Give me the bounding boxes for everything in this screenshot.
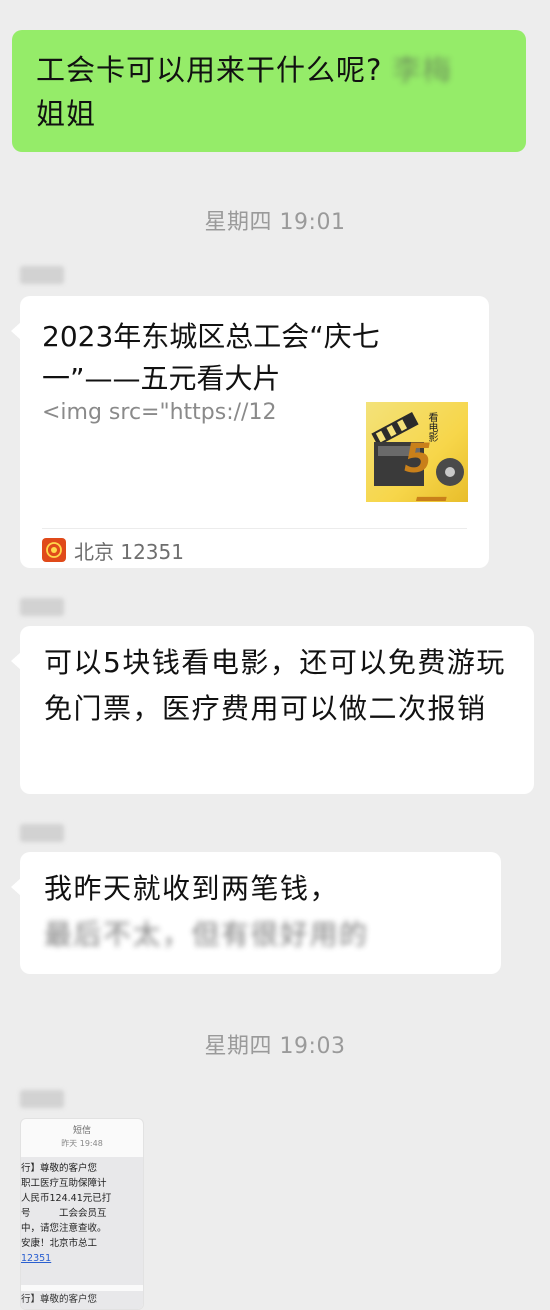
card-thumb-price: 5元 — [404, 436, 444, 502]
card-source[interactable]: 北京 12351 — [42, 536, 184, 564]
sent-message-bubble[interactable]: 工会卡可以用来干什么呢? 李梅 姐姐 — [12, 30, 526, 152]
card-source-name: 北京 12351 — [74, 539, 184, 564]
sender-name-blurred — [20, 1090, 64, 1108]
received-message-bubble[interactable]: 可以5块钱看电影，还可以免费游玩免门票，医疗费用可以做二次报销 — [11, 626, 534, 794]
sms-line: 职工医疗互助保障计 — [21, 1178, 107, 1189]
sms-header-time: 昨天 19:48 — [61, 1139, 103, 1148]
sms-line: 安康！北京市总工 — [21, 1238, 98, 1249]
sender-name-blurred — [20, 266, 64, 284]
received-message-text: 可以5块钱看电影，还可以免费游玩免门票，医疗费用可以做二次报销 — [44, 646, 506, 725]
received-message-text: 我昨天就收到两笔钱， — [44, 872, 340, 905]
sent-message-line2: 姐姐 — [36, 97, 97, 131]
card-title: 2023年东城区总工会“庆七一”——五元看大片 — [42, 320, 380, 395]
blurred-name: 李梅 — [392, 53, 453, 87]
timestamp: 星期四 19:01 — [204, 210, 346, 235]
sms-line: 行】尊敬的客户您 — [21, 1163, 98, 1174]
sms-header: 短信 — [72, 1126, 91, 1136]
card-divider — [42, 528, 467, 529]
sms-body: 行】尊敬的客户您 职工医疗互助保障计 人民币124.41元已打 号 工会会员互 … — [21, 1157, 143, 1285]
sender-name-blurred — [20, 598, 64, 616]
sent-message-text: 工会卡可以用来干什么呢? — [36, 53, 383, 87]
sms-line: 号 工会会员互 — [21, 1208, 107, 1219]
image-message[interactable]: 短信 昨天 19:48 行】尊敬的客户您 职工医疗互助保障计 人民币124.41… — [20, 1118, 144, 1310]
union-logo-icon — [42, 538, 66, 562]
sms-line: 中，请您注意查收。 — [21, 1223, 107, 1234]
sender-name-blurred — [20, 824, 64, 842]
timestamp: 星期四 19:03 — [204, 1034, 346, 1059]
card-description: <img src="https://12 — [42, 400, 277, 425]
received-message-bubble[interactable]: 我昨天就收到两笔钱， 最后不太，但有很好用的 — [11, 852, 501, 974]
sms-line: 人民币124.41元已打 — [21, 1193, 112, 1204]
sms-link: 12351 — [21, 1253, 52, 1264]
blurred-text: 最后不太，但有很好用的 — [44, 918, 369, 951]
card-thumbnail: 看电影 5元 — [366, 402, 468, 502]
sent-message-line1: 工会卡可以用来干什么呢? 李梅 — [36, 48, 504, 92]
article-card[interactable]: 2023年东城区总工会“庆七一”——五元看大片 <img src="https:… — [11, 296, 489, 568]
sms-next-message: 行】尊敬的客户您 — [21, 1291, 143, 1309]
